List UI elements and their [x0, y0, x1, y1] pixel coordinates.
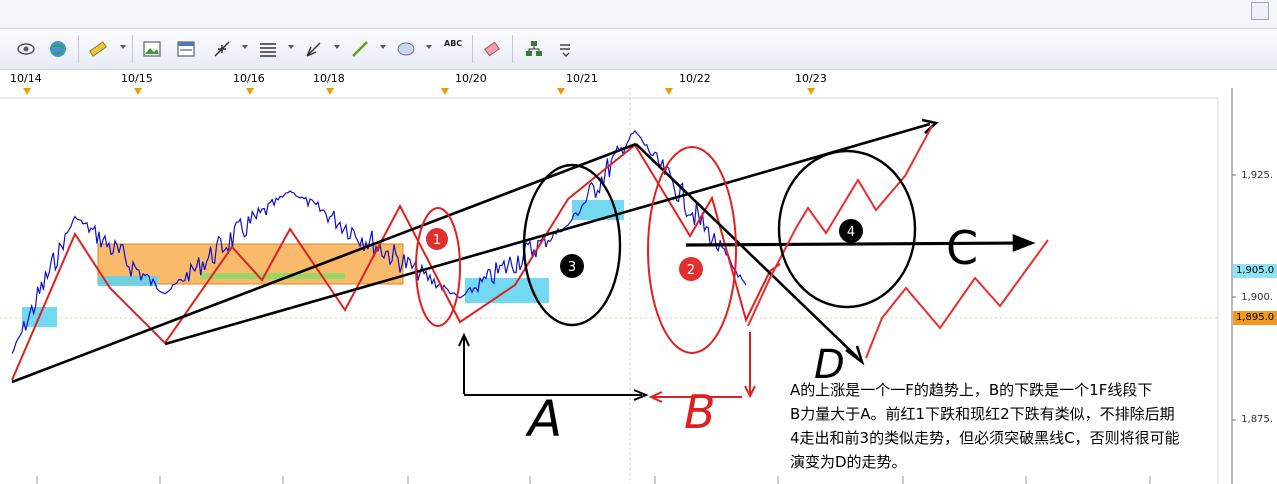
globe-icon[interactable] — [48, 39, 68, 59]
circle-2-label: 2 — [687, 263, 695, 278]
chevron-down-icon[interactable] — [334, 45, 340, 49]
toolbar-separator — [78, 35, 79, 63]
image-icon[interactable] — [142, 39, 162, 59]
note-line: B力量大于A。前红1下跌和现红2下跌有类似，不排除后期 — [790, 405, 1175, 423]
price-axis-ticks — [1232, 174, 1236, 421]
note-line: 4走出和前3的类似走势，但必须突破黑线C，否则将很可能 — [790, 429, 1180, 447]
circle-4-label: 4 — [847, 225, 855, 240]
letter-C: C — [946, 221, 978, 275]
toolbar-separator — [132, 35, 133, 63]
date-label: 10/16 — [233, 72, 265, 85]
line-tool-icon[interactable] — [350, 39, 370, 59]
price-tick-label: 1,875. — [1241, 414, 1273, 425]
date-label: 10/15 — [121, 72, 153, 85]
price-tick-label: 1,900. — [1241, 292, 1273, 303]
chevron-down-icon[interactable] — [380, 45, 386, 49]
date-label: 10/21 — [566, 72, 598, 85]
chevron-down-icon[interactable] — [120, 45, 126, 49]
network-icon[interactable] — [524, 39, 544, 59]
date-label: 10/23 — [795, 72, 827, 85]
crosshair-icon[interactable] — [212, 39, 232, 59]
date-label: 10/14 — [10, 72, 42, 85]
date-label: 10/18 — [313, 72, 345, 85]
ellipse-icon[interactable] — [396, 39, 416, 59]
more-icon[interactable] — [556, 39, 576, 59]
lines-icon[interactable] — [258, 39, 278, 59]
text-abc-icon[interactable]: ABC — [444, 39, 462, 48]
marker-price-tag: 1,895.0 — [1233, 311, 1277, 325]
circle-3-label: 3 — [568, 260, 576, 275]
price-tick-label: 1,925. — [1241, 170, 1273, 181]
pen-icon[interactable] — [304, 39, 324, 59]
note-line: A的上涨是一个一F的趋势上，B的下跌是一个1F线段下 — [790, 381, 1153, 399]
drawing-toolbar: ABC — [0, 29, 1277, 70]
date-axis: 10/14 10/15 10/16 10/18 10/20 10/21 10/2… — [0, 70, 1232, 89]
chevron-down-icon[interactable] — [242, 45, 248, 49]
window-title-bar — [0, 0, 1277, 29]
letter-A: A — [525, 390, 562, 448]
note-line: 演变为D的走势。 — [790, 453, 907, 471]
date-label: 10/20 — [455, 72, 487, 85]
letter-B: B — [684, 385, 716, 439]
toolbar-separator — [512, 35, 513, 63]
current-price-tag: 1,905.0 — [1233, 264, 1277, 278]
toolbar-separator — [472, 35, 473, 63]
chevron-down-icon[interactable] — [288, 45, 294, 49]
analysis-note: A的上涨是一个一F的趋势上，B的下跌是一个1F线段下 B力量大于A。前红1下跌和… — [790, 378, 1230, 474]
window-control-button[interactable] — [1251, 2, 1269, 20]
circle-1-label: 1 — [433, 233, 441, 248]
ruler-icon[interactable] — [88, 39, 108, 59]
chevron-down-icon[interactable] — [426, 45, 432, 49]
date-label: 10/22 — [679, 72, 711, 85]
window-icon[interactable] — [176, 39, 196, 59]
eye-icon[interactable] — [16, 39, 36, 59]
eraser-icon[interactable] — [482, 39, 502, 59]
